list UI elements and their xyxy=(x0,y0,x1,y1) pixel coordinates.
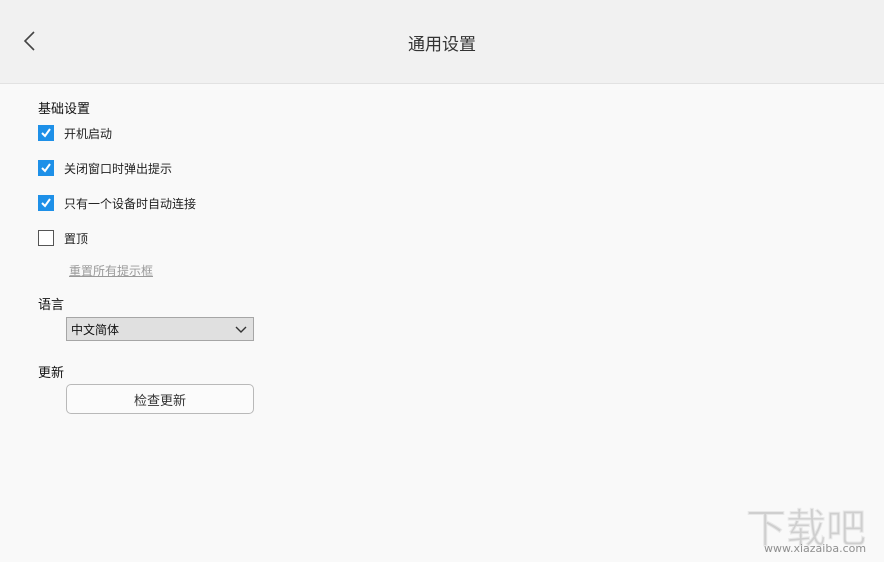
checkmark-icon xyxy=(41,163,51,173)
watermark-url: www.xiazaiba.com xyxy=(764,542,867,555)
section-title-basic: 基础设置 xyxy=(38,102,91,117)
option-close-prompt[interactable]: 关闭窗口时弹出提示 xyxy=(38,159,172,177)
checkbox-autostart[interactable] xyxy=(38,125,54,141)
option-label: 只有一个设备时自动连接 xyxy=(64,196,197,211)
reset-prompts-link[interactable]: 重置所有提示框 xyxy=(69,262,153,279)
section-title-language: 语言 xyxy=(38,298,65,313)
settings-content: 基础设置 开机启动 关闭窗口时弹出提示 只有一个设备时自动连接 置顶 重置所有提… xyxy=(0,84,884,562)
chevron-down-icon xyxy=(235,326,247,333)
section-title-update: 更新 xyxy=(38,366,65,381)
check-update-button[interactable]: 检查更新 xyxy=(66,384,254,414)
option-label: 置顶 xyxy=(64,231,89,246)
option-auto-connect[interactable]: 只有一个设备时自动连接 xyxy=(38,194,196,212)
language-select[interactable]: 中文简体 xyxy=(66,317,254,341)
checkbox-auto-connect[interactable] xyxy=(38,195,54,211)
checkmark-icon xyxy=(41,198,51,208)
page-title: 通用设置 xyxy=(408,35,476,55)
option-label: 开机启动 xyxy=(64,126,113,141)
header-bar: 通用设置 xyxy=(0,0,884,84)
option-label: 关闭窗口时弹出提示 xyxy=(64,161,173,176)
option-always-on-top[interactable]: 置顶 xyxy=(38,229,88,247)
checkbox-always-on-top[interactable] xyxy=(38,230,54,246)
checkbox-close-prompt[interactable] xyxy=(38,160,54,176)
language-select-value: 中文简体 xyxy=(71,322,120,337)
checkmark-icon xyxy=(41,128,51,138)
option-autostart[interactable]: 开机启动 xyxy=(38,124,112,142)
